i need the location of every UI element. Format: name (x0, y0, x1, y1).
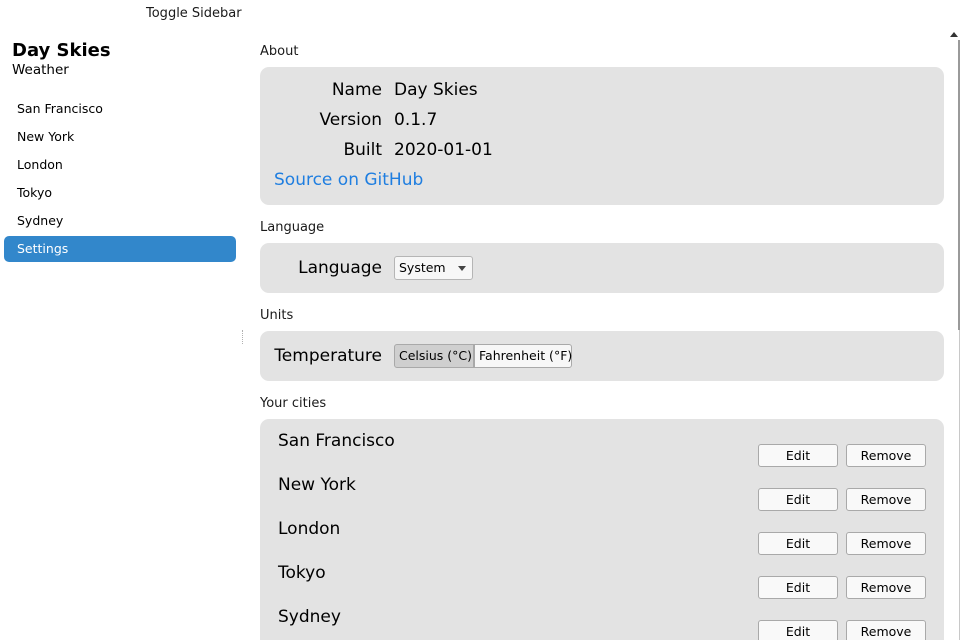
units-card: Temperature Celsius (°C) Fahrenheit (°F) (260, 331, 944, 381)
cities-card: San Francisco Edit Remove New York Edit … (260, 419, 944, 640)
city-row: New York Edit Remove (260, 463, 944, 511)
vertical-scrollbar[interactable] (948, 30, 960, 640)
city-row: London Edit Remove (260, 507, 944, 555)
city-name: London (278, 519, 341, 539)
about-card: Name Day Skies Version 0.1.7 Built 2020-… (260, 67, 944, 205)
language-select-value: System (399, 260, 446, 275)
scroll-up-arrow-icon[interactable] (950, 32, 958, 37)
city-name: New York (278, 475, 356, 495)
section-title-about: About (260, 44, 299, 59)
city-row: San Francisco Edit Remove (260, 419, 944, 467)
built-label: Built (343, 140, 382, 160)
remove-city-button[interactable]: Remove (846, 620, 926, 640)
fahrenheit-toggle[interactable]: Fahrenheit (°F) (474, 344, 572, 368)
app-title: Day Skies (12, 40, 111, 61)
temperature-label: Temperature (274, 346, 382, 366)
sidebar-item-settings[interactable]: Settings (4, 236, 236, 262)
section-title-your-cities: Your cities (260, 396, 327, 411)
section-title-units: Units (260, 308, 294, 323)
city-name: San Francisco (278, 431, 395, 451)
sidebar-item-sydney[interactable]: Sydney (4, 208, 236, 234)
chevron-down-icon (458, 266, 466, 271)
sidebar-item-london[interactable]: London (4, 152, 236, 178)
language-card: Language System (260, 243, 944, 293)
app-subtitle: Weather (12, 62, 69, 78)
city-row: Sydney Edit Remove (260, 595, 944, 640)
name-value: Day Skies (394, 80, 478, 100)
name-label: Name (331, 80, 382, 100)
source-github-link[interactable]: Source on GitHub (274, 170, 423, 190)
celsius-toggle[interactable]: Celsius (°C) (394, 344, 474, 368)
sidebar-nav: San Francisco New York London Tokyo Sydn… (4, 96, 236, 264)
edit-city-button[interactable]: Edit (758, 620, 838, 640)
sidebar-item-san-francisco[interactable]: San Francisco (4, 96, 236, 122)
language-select[interactable]: System (394, 256, 473, 280)
sidebar-item-new-york[interactable]: New York (4, 124, 236, 150)
built-value: 2020-01-01 (394, 140, 493, 160)
city-name: Tokyo (278, 563, 326, 583)
version-value: 0.1.7 (394, 110, 438, 130)
version-label: Version (319, 110, 382, 130)
section-title-language: Language (260, 220, 325, 235)
city-name: Sydney (278, 607, 341, 627)
pane-resize-handle[interactable] (242, 330, 244, 344)
sidebar: Day Skies Weather San Francisco New York… (0, 0, 240, 640)
city-row: Tokyo Edit Remove (260, 551, 944, 599)
language-label: Language (298, 258, 382, 278)
sidebar-item-tokyo[interactable]: Tokyo (4, 180, 236, 206)
settings-content: About Name Day Skies Version 0.1.7 Built… (260, 0, 944, 640)
